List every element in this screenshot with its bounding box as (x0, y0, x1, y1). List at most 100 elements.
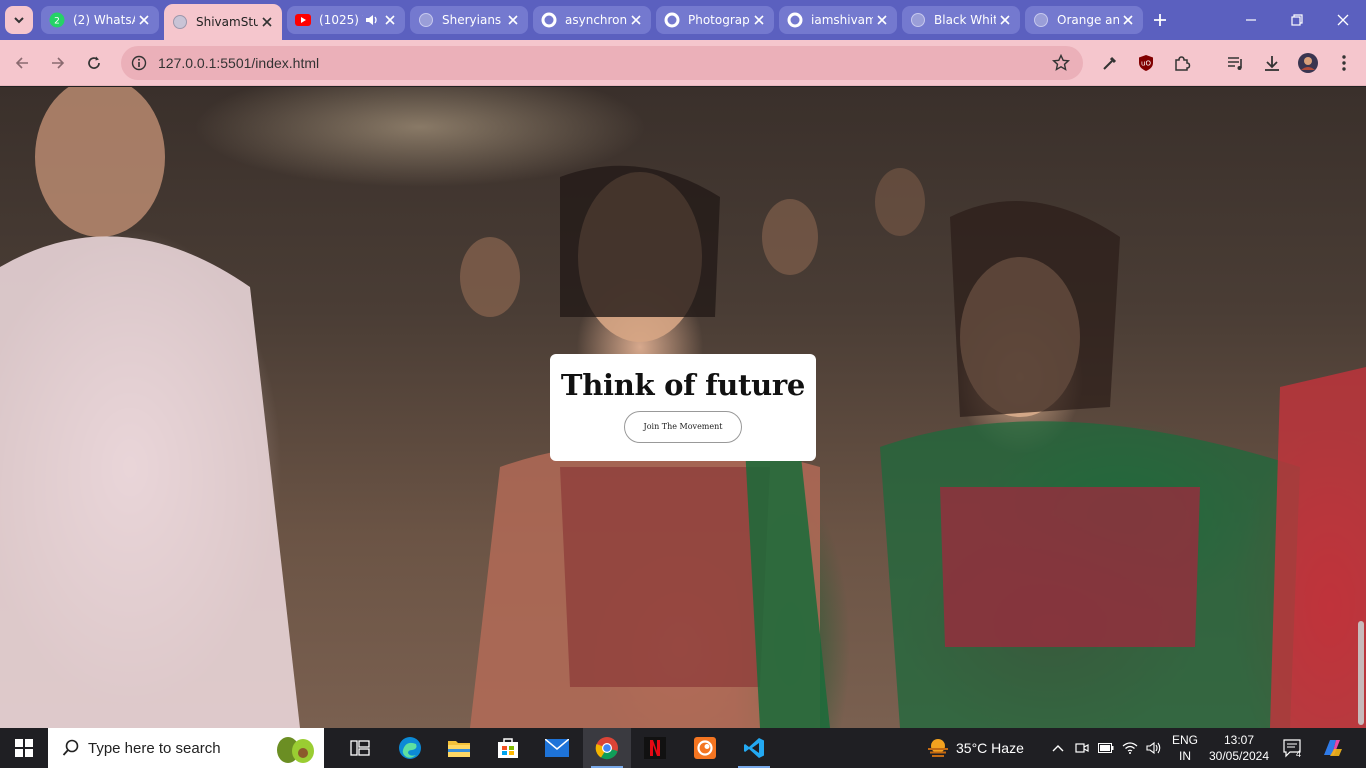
tab-whatsapp[interactable]: 2 (2) WhatsApp (41, 6, 159, 34)
speaker-icon[interactable] (363, 13, 381, 27)
taskbar-store[interactable] (484, 728, 532, 768)
notification-center-button[interactable]: 4 (1282, 728, 1301, 768)
minimize-button[interactable] (1228, 0, 1274, 40)
tab-title: asynchronous (565, 13, 627, 27)
close-tab-icon[interactable] (381, 11, 399, 29)
join-movement-button[interactable]: Join The Movement (624, 411, 742, 443)
taskbar-mail[interactable] (533, 728, 581, 768)
new-tab-button[interactable] (1148, 8, 1172, 32)
task-view-button[interactable] (336, 728, 384, 768)
reload-button[interactable] (80, 49, 108, 77)
whatsapp-icon: 2 (49, 12, 65, 28)
tab-iamshivam[interactable]: iamshivam (779, 6, 897, 34)
weather-widget[interactable]: 35°C Haze (926, 728, 1024, 768)
close-tab-icon[interactable] (1119, 11, 1137, 29)
media-controls-icon[interactable] (1222, 49, 1250, 77)
github-icon (787, 12, 803, 28)
restore-button[interactable] (1274, 0, 1320, 40)
download-icon[interactable] (1258, 49, 1286, 77)
github-icon (541, 12, 557, 28)
profile-avatar[interactable] (1294, 49, 1322, 77)
mail-icon (545, 739, 569, 757)
haze-icon (928, 739, 948, 757)
input-language-indicator[interactable]: ENG IN (1168, 728, 1202, 768)
globe-icon (418, 12, 434, 28)
plus-icon (1154, 14, 1166, 26)
taskbar-vscode[interactable] (730, 728, 778, 768)
extensions-puzzle-icon[interactable] (1168, 49, 1196, 77)
svg-text:2: 2 (54, 17, 60, 27)
netflix-icon (644, 737, 666, 759)
tab-title: Sheryians (442, 13, 502, 27)
forward-button[interactable] (44, 49, 72, 77)
reload-icon (88, 56, 100, 69)
scrollbar-thumb[interactable] (1358, 621, 1364, 725)
tab-black-white[interactable]: Black White (902, 6, 1020, 34)
start-button[interactable] (0, 728, 48, 768)
tab-asynchronous[interactable]: asynchronous (533, 6, 651, 34)
hero-heading: Think of future (560, 368, 806, 402)
browser-tab-strip: 2 (2) WhatsApp ShivamStudio (1025) YouTu… (0, 0, 1366, 40)
windows-logo-icon (15, 739, 33, 757)
close-tab-icon[interactable] (258, 13, 276, 31)
bookmark-star-icon[interactable] (1051, 53, 1071, 73)
task-view-icon (350, 740, 370, 756)
globe-icon (910, 12, 926, 28)
vscode-icon (744, 738, 764, 758)
tab-title: ShivamStudio (196, 15, 258, 29)
arrow-left-icon (15, 57, 28, 69)
globe-icon (172, 14, 188, 30)
volume-icon[interactable] (1142, 728, 1166, 768)
close-tab-icon[interactable] (996, 11, 1014, 29)
close-window-button[interactable] (1320, 0, 1366, 40)
tab-search-button[interactable] (5, 6, 33, 34)
battery-icon[interactable] (1094, 728, 1118, 768)
svg-text:uO: uO (1141, 60, 1151, 68)
tab-shivamstudio[interactable]: ShivamStudio (164, 4, 282, 40)
address-url: 127.0.0.1:5501/index.html (158, 55, 320, 71)
folder-icon (448, 741, 470, 757)
page-viewport: Think of future Join The Movement (0, 87, 1366, 728)
taskbar-file-explorer[interactable] (435, 728, 483, 768)
close-tab-icon[interactable] (504, 11, 522, 29)
copilot-button[interactable] (1320, 728, 1344, 768)
copilot-icon (1324, 740, 1342, 756)
language-code: ENG (1171, 733, 1198, 747)
info-icon[interactable] (122, 55, 156, 71)
tab-orange[interactable]: Orange and (1025, 6, 1143, 34)
tab-title: Orange and (1057, 13, 1119, 27)
close-tab-icon[interactable] (135, 11, 153, 29)
address-bar[interactable]: 127.0.0.1:5501/index.html (121, 46, 1083, 80)
browser-menu-icon[interactable] (1330, 49, 1358, 77)
crunchyroll-icon (694, 737, 716, 759)
tab-title: iamshivam (811, 13, 873, 27)
store-icon (498, 738, 518, 758)
search-icon (62, 739, 79, 756)
taskbar-chrome[interactable] (583, 728, 631, 768)
taskbar-search-box[interactable]: Type here to search (48, 728, 324, 768)
show-hidden-icons-button[interactable] (1046, 728, 1070, 768)
back-button[interactable] (8, 49, 36, 77)
tab-title: (2) WhatsApp (73, 13, 135, 27)
eyedropper-extension-icon[interactable] (1096, 49, 1124, 77)
tab-photography[interactable]: Photography (656, 6, 774, 34)
taskbar-edge[interactable] (386, 728, 434, 768)
weather-text: 35°C Haze (956, 740, 1024, 756)
language-region: IN (1179, 749, 1191, 763)
clock[interactable]: 13:07 30/05/2024 (1206, 728, 1272, 768)
wifi-icon[interactable] (1118, 728, 1142, 768)
globe-icon (1033, 12, 1049, 28)
meet-now-icon[interactable] (1070, 728, 1094, 768)
page-scrollbar[interactable] (1356, 87, 1366, 728)
taskbar-crunchyroll[interactable] (681, 728, 729, 768)
clock-time: 13:07 (1223, 733, 1255, 747)
ublock-shield-icon[interactable]: uO (1132, 49, 1160, 77)
taskbar-netflix[interactable] (631, 728, 679, 768)
close-tab-icon[interactable] (627, 11, 645, 29)
close-tab-icon[interactable] (750, 11, 768, 29)
tab-title: (1025) YouTube (319, 13, 363, 27)
chrome-icon (595, 737, 618, 760)
tab-sheryians[interactable]: Sheryians (410, 6, 528, 34)
close-tab-icon[interactable] (873, 11, 891, 29)
tab-youtube[interactable]: (1025) YouTube (287, 6, 405, 34)
